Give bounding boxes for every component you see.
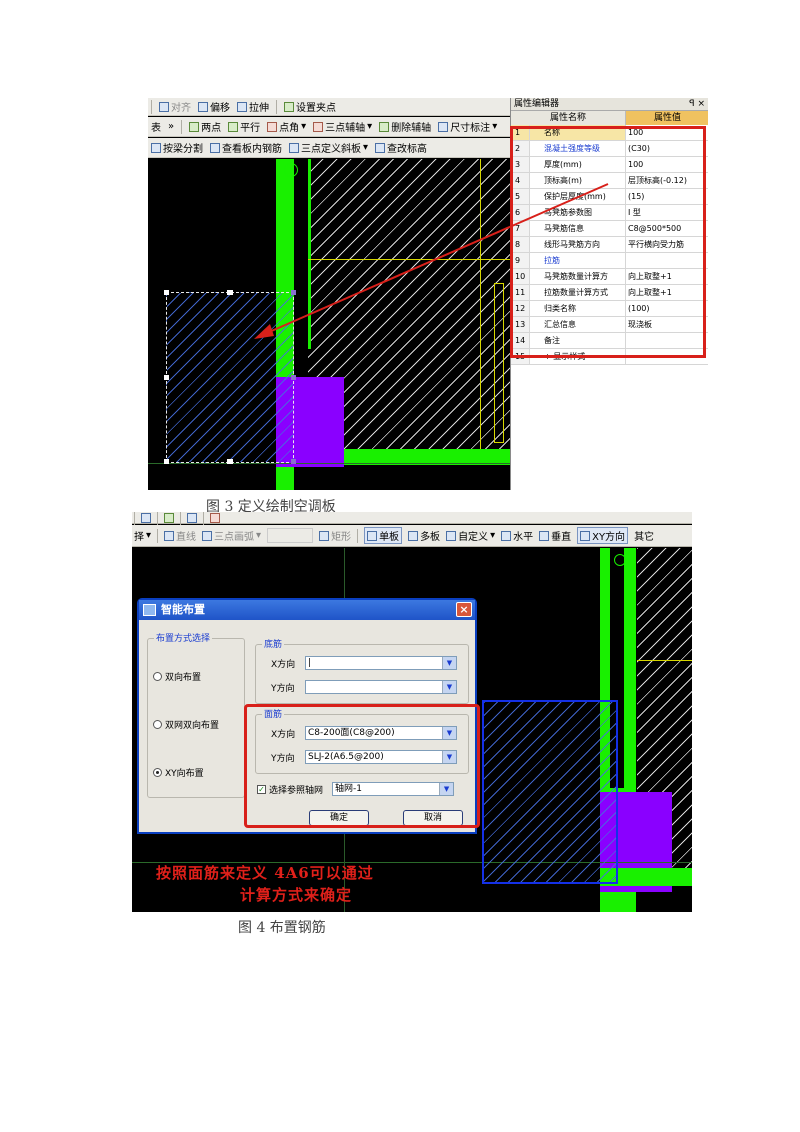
single-slab-button[interactable]: 单板	[364, 527, 403, 544]
toolbar-row-1-cropped	[132, 512, 692, 525]
vertical-icon	[539, 530, 550, 541]
select-button[interactable]: 择 ▾	[134, 528, 151, 543]
axis-marker-circle	[614, 554, 626, 566]
radio-xy-direction[interactable]: XY向布置	[153, 766, 204, 779]
radio-two-way[interactable]: 双向布置	[153, 670, 201, 683]
horizontal-icon	[501, 530, 512, 541]
figure-3-screenshot: 对齐 偏移 拉伸 设置夹点 表 » 两点 平行 点角 ▾ 三点辅轴 ▾ 删除辅轴 尺…	[148, 98, 708, 490]
bottom-y-row: Y方向 ▼	[271, 680, 457, 694]
selected-slab-area[interactable]	[482, 700, 618, 884]
line-button[interactable]: 直线	[164, 528, 196, 543]
bottom-y-select[interactable]: ▼	[305, 680, 457, 694]
chevron-down-icon[interactable]: ▼	[442, 681, 456, 693]
xy-direction-button[interactable]: XY方向	[577, 527, 629, 544]
horizontal-button[interactable]: 水平	[501, 528, 533, 543]
three-point-arc-button[interactable]: 三点画弧 ▾	[202, 528, 261, 543]
radio-indicator-selected	[153, 768, 162, 777]
highlight-box	[244, 704, 480, 828]
figure-4-caption: 图 4 布置钢筋	[238, 920, 326, 936]
figure-4-screenshot: 择 ▾ 直线 三点画弧 ▾ 矩形 单板 多板 自定义 ▾ 水平 垂直 XY方向 其它 …	[132, 512, 692, 912]
dialog-title-bar: 智能布置 ×	[139, 600, 475, 620]
layout-mode-legend: 布置方式选择	[154, 631, 213, 644]
line-icon	[164, 530, 175, 541]
annotation-line-2: 计算方式来确定	[240, 886, 353, 904]
xy-icon	[580, 530, 591, 541]
dialog-close-button[interactable]: ×	[456, 602, 472, 617]
multi-slab-icon	[408, 530, 419, 541]
annotation-line-1: 按照面筋来定义 4A6可以通过	[156, 864, 374, 882]
other-button[interactable]: 其它	[634, 528, 654, 543]
single-slab-icon	[367, 530, 378, 541]
dialog-title: 智能布置	[161, 603, 205, 616]
custom-icon	[446, 530, 457, 541]
dialog-app-icon	[143, 604, 156, 616]
blank-dropdown[interactable]	[267, 528, 314, 543]
bottom-x-select[interactable]: | ▼	[305, 656, 457, 670]
radio-indicator	[153, 720, 162, 729]
multi-slab-button[interactable]: 多板	[408, 528, 440, 543]
vertical-button[interactable]: 垂直	[539, 528, 571, 543]
custom-button[interactable]: 自定义 ▾	[446, 528, 495, 543]
bottom-rebar-group: 底筋	[255, 637, 469, 704]
radio-double-net-two-way[interactable]: 双网双向布置	[153, 718, 219, 731]
yellow-grid-line	[637, 660, 692, 661]
chevron-down-icon[interactable]: ▼	[442, 657, 456, 669]
rect-button[interactable]: 矩形	[319, 528, 351, 543]
rect-icon	[319, 530, 330, 541]
arc-icon	[202, 530, 213, 541]
toolbar-row-2: 择 ▾ 直线 三点画弧 ▾ 矩形 单板 多板 自定义 ▾ 水平 垂直 XY方向 其它	[132, 525, 692, 547]
bottom-rebar-legend: 底筋	[262, 637, 285, 650]
radio-indicator	[153, 672, 162, 681]
red-arrow	[254, 183, 609, 339]
bottom-x-row: X方向 | ▼	[271, 656, 457, 670]
